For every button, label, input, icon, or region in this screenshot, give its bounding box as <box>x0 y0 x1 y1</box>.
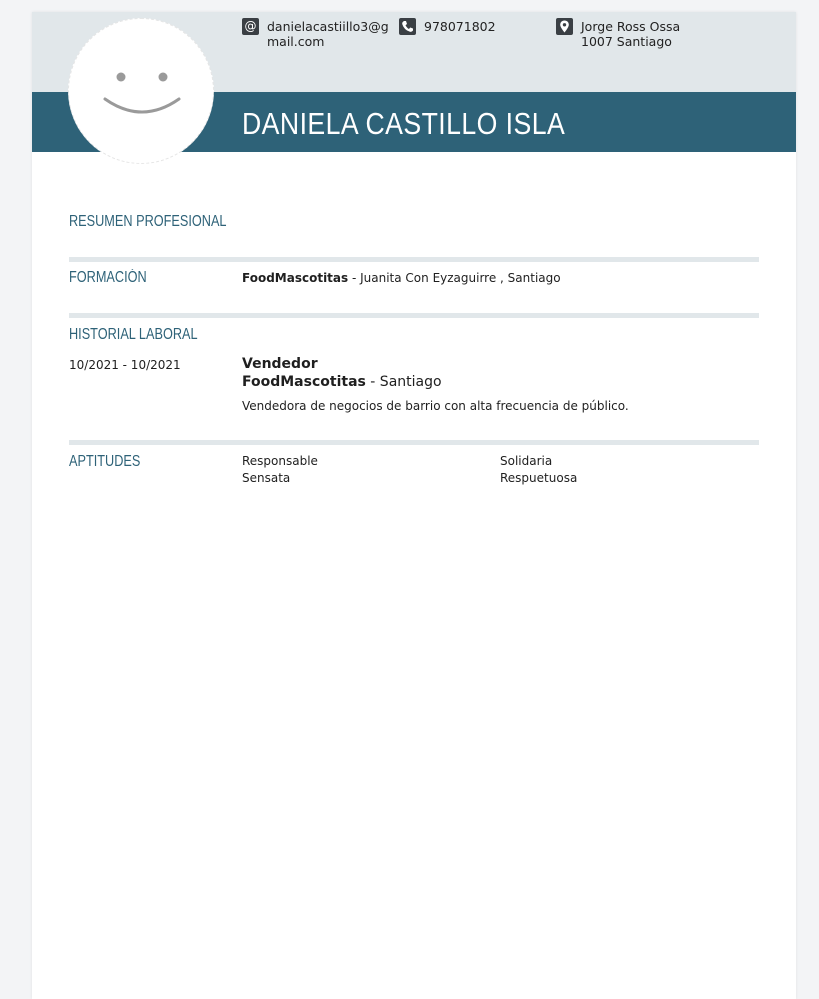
email-line-1: danielacastiillo3@g <box>267 19 389 34</box>
work-location: - Santiago <box>365 374 442 390</box>
section-divider <box>69 313 759 318</box>
education-entry: FoodMascotitas - Juanita Con Eyzaguirre … <box>242 271 561 285</box>
education-detail: - Juanita Con Eyzaguirre , Santiago <box>348 271 561 285</box>
skill-item: Sensata <box>242 471 291 485</box>
candidate-name: DANIELA CASTILLO ISLA <box>242 106 566 141</box>
section-title-skills: APTITUDES <box>69 453 141 470</box>
section-divider <box>69 257 759 262</box>
resume-page: DANIELA CASTILLO ISLA @ danielacastiillo… <box>32 12 796 999</box>
email-line-2: mail.com <box>267 34 325 49</box>
work-dates: 10/2021 - 10/2021 <box>69 358 181 372</box>
work-employer: FoodMascotitas - Santiago <box>242 374 442 390</box>
skill-item: Responsable <box>242 454 318 468</box>
address-line-1: Jorge Ross Ossa <box>581 19 681 34</box>
phone-icon <box>399 18 416 35</box>
avatar <box>68 18 214 164</box>
phone-number: 978071802 <box>424 19 496 34</box>
work-description: Vendedora de negocios de barrio con alta… <box>242 399 629 413</box>
work-company: FoodMascotitas <box>242 374 366 390</box>
education-institution: FoodMascotitas <box>242 271 349 285</box>
at-icon: @ <box>242 18 259 35</box>
location-pin-icon <box>556 18 573 35</box>
smiley-face-icon <box>103 72 181 114</box>
section-divider <box>69 440 759 445</box>
address-line-2: 1007 Santiago <box>581 34 672 49</box>
section-title-education: FORMACIÓN <box>69 269 147 286</box>
section-title-work: HISTORIAL LABORAL <box>69 326 198 343</box>
skill-item: Respuetuosa <box>500 471 578 485</box>
skill-item: Solidaria <box>500 454 553 468</box>
section-title-summary: RESUMEN PROFESIONAL <box>69 213 227 230</box>
work-position: Vendedor <box>242 356 318 372</box>
